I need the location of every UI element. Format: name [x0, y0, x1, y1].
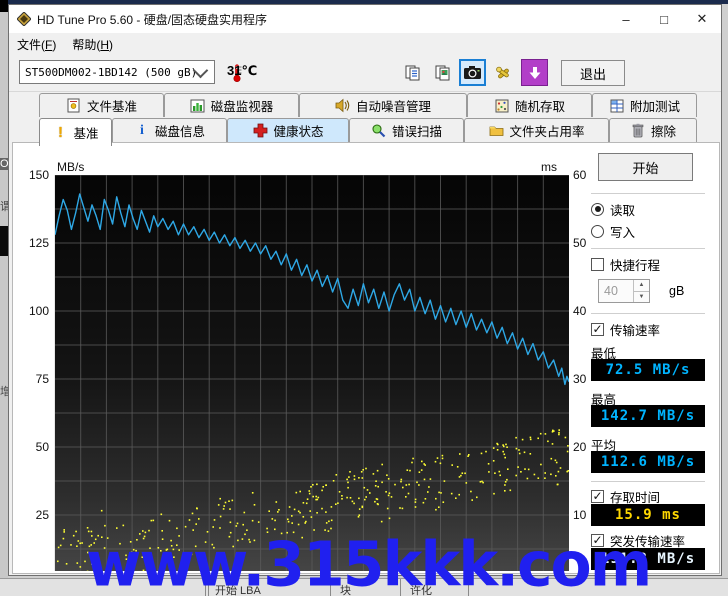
drive-select-value: ST500DM002-1BD142 (500 gB) — [20, 66, 195, 79]
speaker-icon — [335, 98, 351, 114]
access-time-display: 15.9 ms — [591, 504, 705, 526]
folder-icon — [488, 123, 504, 139]
window-title: HD Tune Pro 5.60 - 硬盘/固态硬盘实用程序 — [37, 11, 267, 28]
left-tick: 25 — [19, 508, 49, 522]
exit-button[interactable]: 退出 — [561, 60, 625, 86]
left-tick: 75 — [19, 372, 49, 386]
background-left-sliver: Oe 谓 增 — [0, 0, 8, 596]
right-tick: 20 — [573, 440, 586, 454]
right-tick: 30 — [573, 372, 586, 386]
temperature-value: 31℃ — [227, 63, 257, 79]
copy-text-button[interactable] — [399, 59, 426, 86]
left-tick: 125 — [19, 236, 49, 250]
random-dots-icon — [494, 98, 510, 114]
trash-icon — [630, 123, 646, 139]
right-tick: 10 — [573, 508, 586, 522]
arrow-up-icon: ▲ — [634, 280, 649, 292]
min-speed-display: 72.5 MB/s — [591, 359, 705, 381]
avg-speed-display: 112.6 MB/s — [591, 451, 705, 473]
short-stroke-size-stepper[interactable]: 40 ▲▼ — [598, 279, 650, 303]
menubar: 文件(F) 帮助(H) — [9, 33, 721, 57]
chevron-down-icon — [193, 62, 209, 78]
checkbox-icon — [591, 258, 604, 271]
health-cross-icon — [252, 123, 268, 139]
screenshot-button[interactable] — [459, 59, 486, 86]
disk-monitor-icon — [190, 98, 206, 114]
short-stroke-checkbox[interactable]: 快捷行程 — [591, 256, 660, 272]
update-button[interactable] — [521, 59, 548, 86]
copy-image-icon — [434, 64, 452, 82]
tab-extra-tests[interactable]: 附加测试 — [592, 93, 697, 117]
right-tick: 60 — [573, 168, 586, 182]
benchmark-chart — [54, 175, 569, 571]
checkbox-checked-icon: ✓ — [591, 323, 604, 336]
max-speed-display: 142.7 MB/s — [591, 405, 705, 427]
tools-icon — [494, 64, 512, 82]
copy-text-icon — [404, 64, 422, 82]
tab-row-bottom: ! 基准 i 磁盘信息 健康状态 错误扫描 — [39, 118, 697, 143]
tab-benchmark[interactable]: ! 基准 — [39, 118, 112, 146]
info-icon: i — [134, 123, 150, 139]
read-radio[interactable]: 读取 — [591, 201, 635, 217]
radio-icon — [591, 203, 604, 216]
left-tick: 50 — [19, 440, 49, 454]
radio-icon — [591, 225, 604, 238]
tab-random-access[interactable]: 随机存取 — [467, 93, 592, 117]
bg-fragment: 增 — [0, 383, 8, 399]
left-tick: 100 — [19, 304, 49, 318]
tab-aam[interactable]: 自动噪音管理 — [299, 93, 467, 117]
chart-canvas — [55, 175, 569, 571]
bg-fragment: Oe — [0, 158, 8, 170]
drive-select[interactable]: ST500DM002-1BD142 (500 gB) — [19, 60, 215, 84]
camera-icon — [463, 65, 482, 80]
stepper-arrows[interactable]: ▲▼ — [633, 280, 649, 302]
magnifier-icon — [371, 123, 387, 139]
app-icon — [17, 12, 31, 26]
tab-file-benchmark[interactable]: 文件基准 — [39, 93, 164, 117]
titlebar[interactable]: HD Tune Pro 5.60 - 硬盘/固态硬盘实用程序 – □ ✕ — [9, 5, 721, 33]
benchmark-icon: ! — [52, 125, 68, 141]
tab-folder-usage[interactable]: 文件夹占用率 — [464, 118, 609, 142]
stepper-value: 40 — [599, 280, 633, 302]
tab-health[interactable]: 健康状态 — [227, 118, 349, 142]
left-axis-unit: MB/s — [57, 160, 84, 174]
close-button[interactable]: ✕ — [683, 5, 721, 33]
checkbox-checked-icon: ✓ — [591, 490, 604, 503]
minimize-button[interactable]: – — [607, 5, 645, 33]
access-time-checkbox[interactable]: ✓ 存取时间 — [591, 488, 660, 504]
transfer-rate-checkbox[interactable]: ✓ 传输速率 — [591, 321, 660, 337]
extra-tests-icon — [609, 98, 625, 114]
menu-help[interactable]: 帮助(H) — [64, 33, 121, 56]
hdtune-window: HD Tune Pro 5.60 - 硬盘/固态硬盘实用程序 – □ ✕ 文件(… — [8, 4, 722, 576]
options-button[interactable] — [489, 59, 516, 86]
right-axis-unit: ms — [541, 160, 557, 174]
bg-fragment: 谓 — [0, 198, 8, 214]
download-icon — [527, 65, 543, 81]
right-tick: 50 — [573, 236, 586, 250]
watermark: www.315kkk.com — [86, 529, 650, 596]
short-stroke-unit: gB — [669, 284, 684, 298]
screen: Oe 谓 增 开始 LBA 块 许化 HD Tune Pro 5.60 - 硬盘… — [0, 0, 728, 596]
arrow-down-icon: ▼ — [634, 292, 649, 303]
toolbar: ST500DM002-1BD142 (500 gB) 31℃ — [9, 56, 721, 92]
tab-erase[interactable]: 擦除 — [609, 118, 697, 142]
tab-disk-monitor[interactable]: 磁盘监视器 — [164, 93, 299, 117]
tab-error-scan[interactable]: 错误扫描 — [349, 118, 464, 142]
menu-file[interactable]: 文件(F) — [9, 33, 64, 56]
tab-row-top: 文件基准 磁盘监视器 自动噪音管理 随机存取 — [39, 93, 697, 118]
file-benchmark-icon — [66, 98, 82, 114]
copy-image-button[interactable] — [429, 59, 456, 86]
start-button[interactable]: 开始 — [598, 153, 693, 181]
tab-disk-info[interactable]: i 磁盘信息 — [112, 118, 227, 142]
write-radio[interactable]: 写入 — [591, 223, 635, 239]
left-tick: 150 — [19, 168, 49, 182]
maximize-button[interactable]: □ — [645, 5, 683, 33]
right-tick: 40 — [573, 304, 586, 318]
